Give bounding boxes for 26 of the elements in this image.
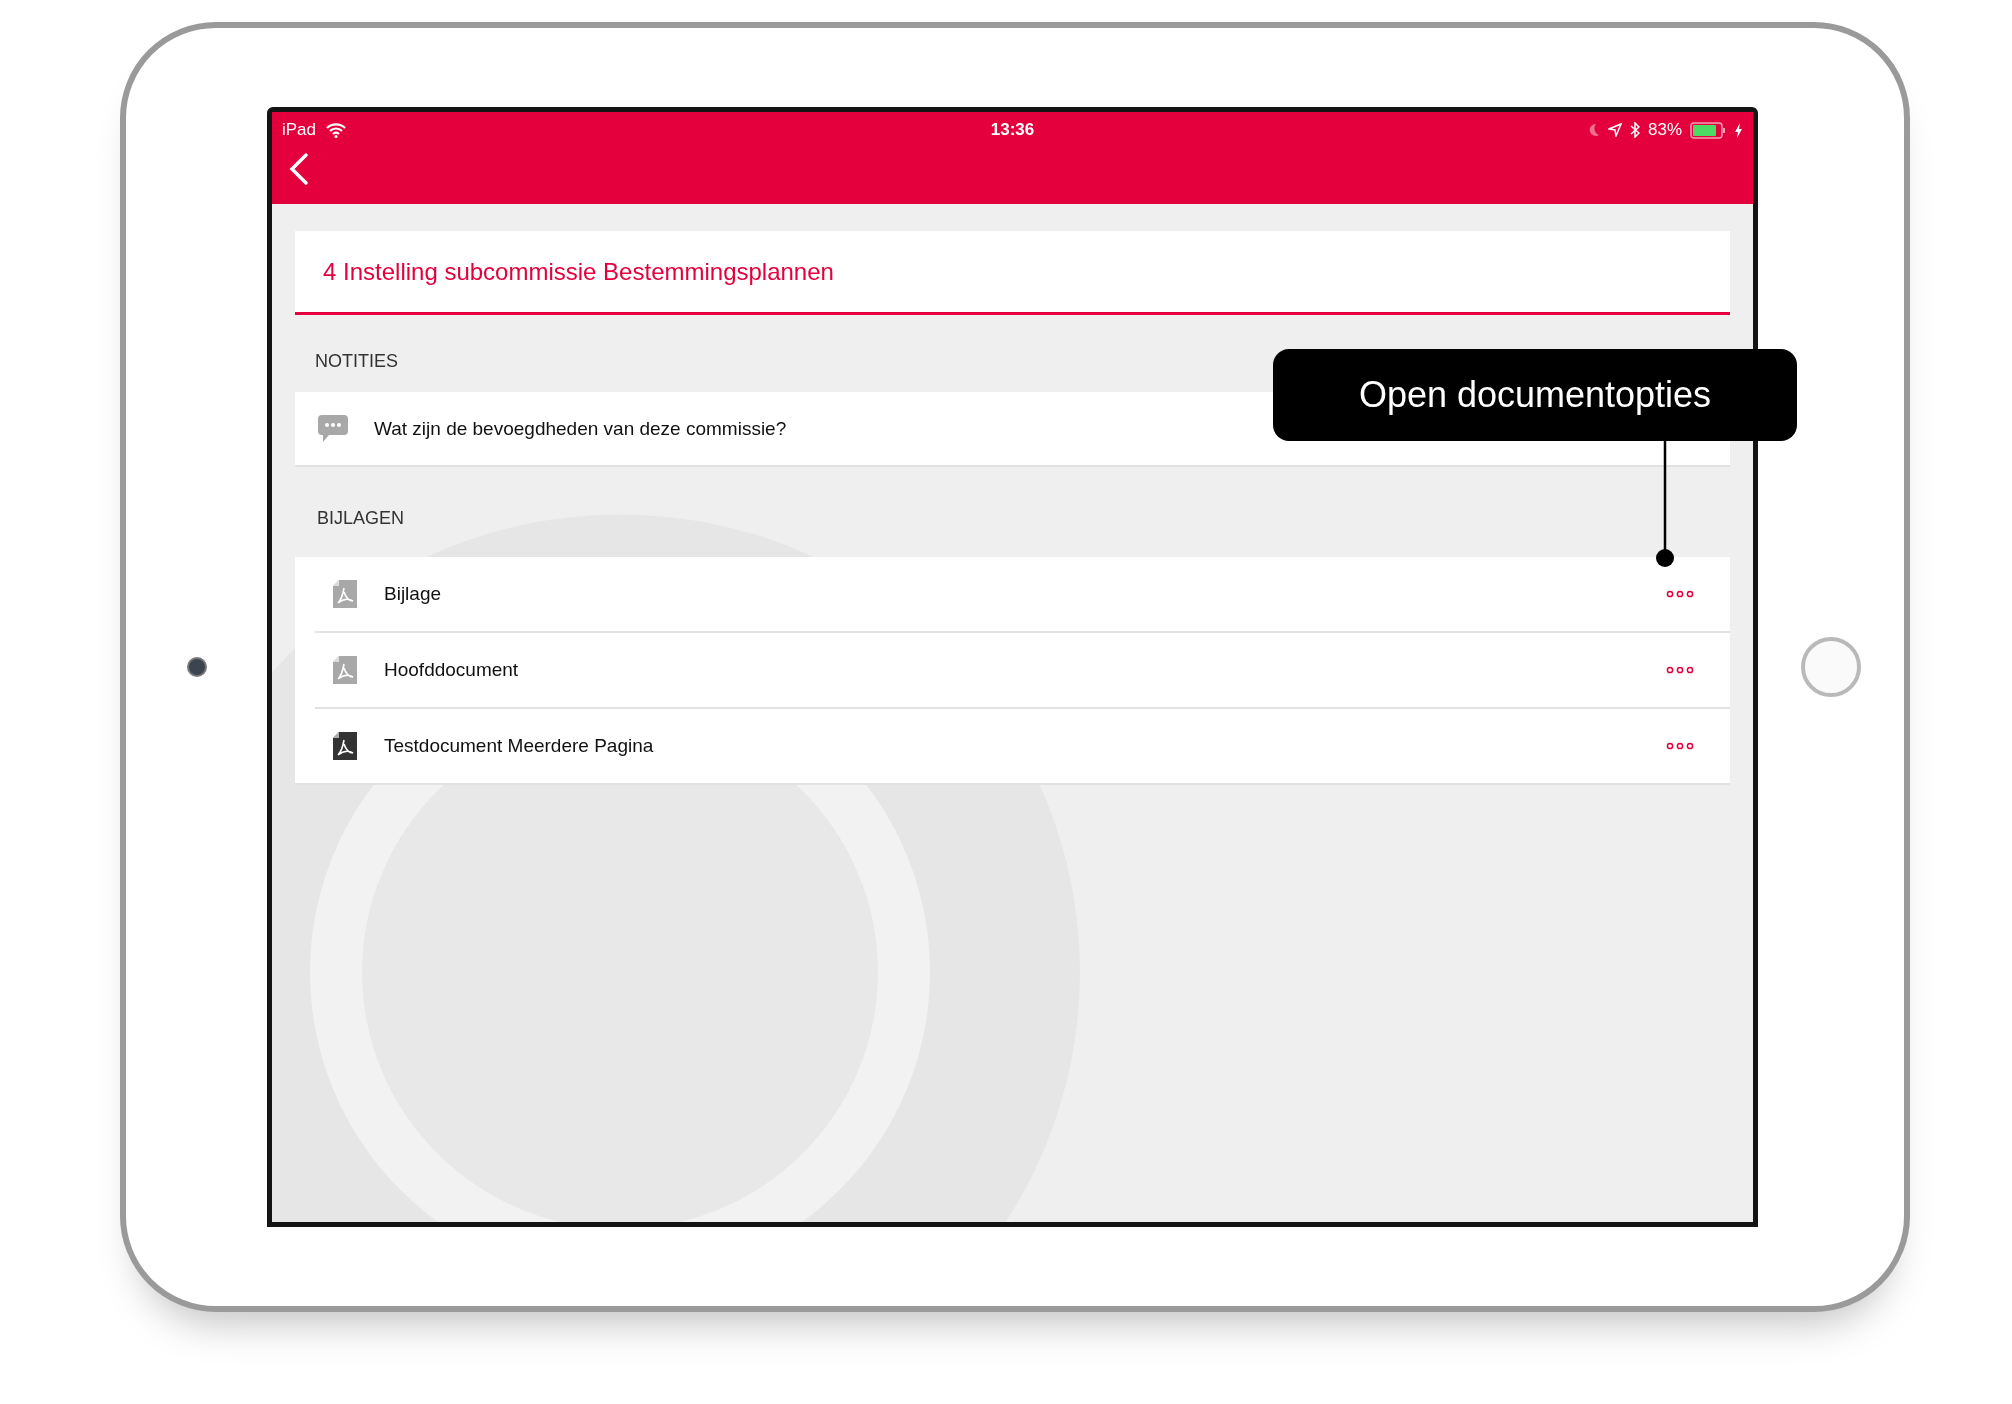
battery-percentage: 83% [1647,120,1682,140]
ellipsis-icon [1666,590,1694,598]
section-heading: BIJLAGEN [317,508,405,528]
document-name[interactable]: Bijlage [384,583,1666,605]
document-name[interactable]: Testdocument Meerdere Pagina [384,735,1666,757]
moon-icon [1587,123,1600,137]
wifi-icon [326,122,347,138]
note-text: Wat zijn de bevoegdheden van deze commissie? [374,417,787,440]
device-name: iPad [282,120,317,140]
location-arrow-icon [1607,123,1622,137]
more-options-button[interactable] [1666,666,1694,674]
clock-time: 13:36 [990,120,1035,140]
ellipsis-icon [1666,666,1694,674]
back-button[interactable] [288,152,310,186]
more-options-button[interactable] [1666,590,1694,598]
bluetooth-icon [1629,122,1640,138]
charging-bolt-icon [1734,122,1743,138]
camera-icon [186,657,207,677]
more-options-button[interactable] [1666,742,1694,750]
tooltip: Open documentopties [1273,349,1797,441]
document-name[interactable]: Hoofddocument [384,659,1666,681]
section-heading: NOTITIES [315,351,398,371]
speech-bubble-icon [318,414,348,443]
ellipsis-icon [1666,742,1694,750]
battery-icon [1690,121,1726,139]
agenda-item-title: 4 Instelling subcommissie Bestemmingsplannen [323,257,834,286]
